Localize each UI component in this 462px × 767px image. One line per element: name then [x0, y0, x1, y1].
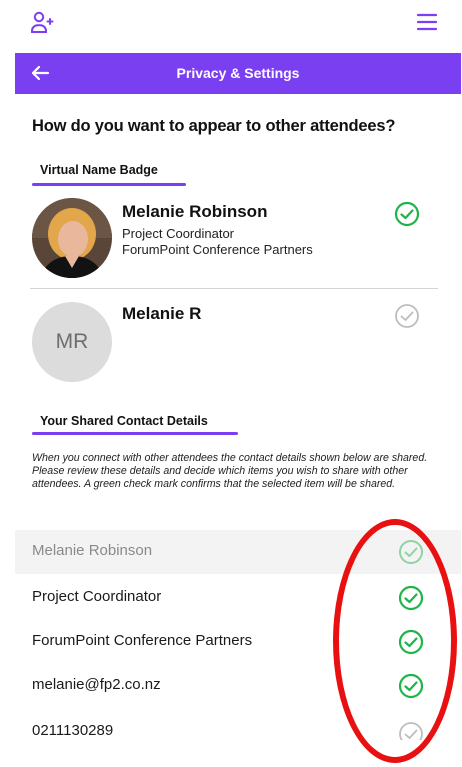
contact-section-label: Your Shared Contact Details [40, 414, 208, 428]
check-circle-icon[interactable] [398, 629, 424, 655]
menu-icon[interactable] [416, 12, 438, 32]
contact-item-label: melanie@fp2.co.nz [32, 676, 161, 693]
contact-section-underline [32, 432, 238, 435]
avatar [32, 198, 112, 278]
badge-name: Melanie Robinson [122, 202, 268, 221]
page-title: Privacy & Settings [176, 65, 300, 81]
check-circle-icon[interactable] [394, 303, 420, 329]
contact-item-phone[interactable]: 0211130289 [15, 708, 461, 740]
badge-section-label: Virtual Name Badge [40, 163, 158, 177]
contact-item-label: Melanie Robinson [32, 542, 153, 559]
badge-option-short[interactable]: MR Melanie R [30, 300, 438, 384]
check-circle-icon[interactable] [398, 673, 424, 699]
check-circle-icon[interactable] [398, 585, 424, 611]
badge-company: ForumPoint Conference Partners [122, 242, 313, 257]
contact-item-label: 0211130289 [32, 722, 114, 739]
check-circle-icon[interactable] [398, 721, 424, 740]
contact-item-label: ForumPoint Conference Partners [32, 632, 253, 649]
contact-description: When you connect with other attendees th… [32, 452, 428, 490]
contact-item-email[interactable]: melanie@fp2.co.nz [15, 664, 461, 708]
avatar-initials: MR [32, 302, 112, 382]
check-circle-icon [398, 539, 424, 565]
top-bar [0, 0, 462, 60]
badge-option-full[interactable]: Melanie Robinson Project Coordinator For… [30, 198, 438, 282]
add-user-icon[interactable] [30, 10, 54, 34]
contact-item-company[interactable]: ForumPoint Conference Partners [15, 620, 461, 664]
badge-title: Project Coordinator [122, 226, 234, 241]
check-circle-icon[interactable] [394, 201, 420, 227]
contact-item-title[interactable]: Project Coordinator [15, 576, 461, 620]
page-header: Privacy & Settings [15, 53, 461, 94]
badge-name-short: Melanie R [122, 304, 202, 323]
appearance-question: How do you want to appear to other atten… [32, 117, 396, 135]
badge-divider [30, 288, 438, 289]
contact-item-label: Project Coordinator [32, 588, 162, 605]
contact-item-name: Melanie Robinson [15, 530, 461, 574]
badge-section-underline [32, 183, 186, 186]
